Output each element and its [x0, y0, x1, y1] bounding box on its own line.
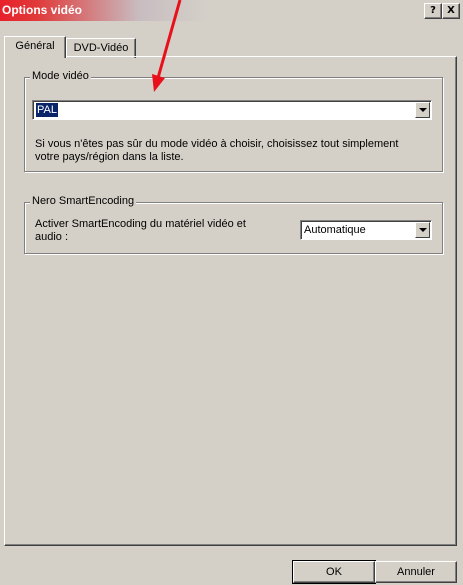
smart-encoding-group-label: Nero SmartEncoding	[30, 195, 137, 207]
tab-dvd-video[interactable]: DVD-Vidéo	[66, 38, 136, 58]
cancel-button[interactable]: Annuler	[375, 561, 457, 583]
smart-encoding-label: Activer SmartEncoding du matériel vidéo …	[35, 218, 295, 244]
tab-general[interactable]: Général	[4, 36, 66, 58]
video-mode-value: PAL	[36, 103, 58, 117]
help-text-line-1: Si vous n'êtes pas sûr du mode vidéo à c…	[35, 138, 399, 150]
close-button[interactable]: X	[442, 3, 460, 19]
window-title: Options vidéo	[2, 3, 83, 17]
title-bar[interactable]: Options vidéo ? X	[0, 0, 463, 21]
video-mode-help-text: Si vous n'êtes pas sûr du mode vidéo à c…	[35, 138, 435, 164]
smart-encoding-label-line-1: Activer SmartEncoding du matériel vidéo …	[35, 218, 246, 230]
help-text-line-2: votre pays/région dans la liste.	[35, 151, 184, 163]
chevron-down-icon[interactable]	[415, 102, 430, 118]
chevron-down-icon[interactable]	[415, 222, 430, 238]
smart-encoding-select[interactable]: Automatique	[300, 220, 432, 240]
video-mode-group-label: Mode vidéo	[30, 70, 91, 82]
ok-button[interactable]: OK	[292, 560, 376, 584]
smart-encoding-value: Automatique	[304, 224, 366, 236]
help-button[interactable]: ?	[424, 3, 442, 19]
video-mode-select[interactable]: PAL	[32, 100, 432, 120]
smart-encoding-label-line-2: audio :	[35, 231, 69, 243]
options-video-dialog: Options vidéo ? X Général DVD-Vidéo Mode…	[0, 0, 463, 585]
